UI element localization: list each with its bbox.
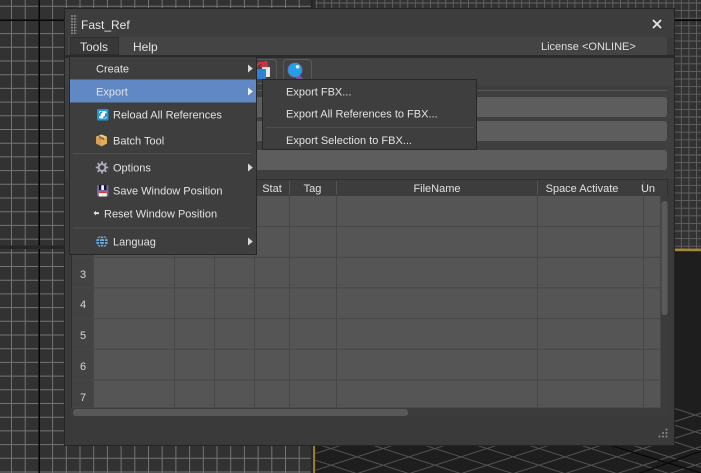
- svg-text:Reload All References: Reload All References: [113, 110, 222, 122]
- svg-text:3: 3: [80, 269, 86, 281]
- svg-text:Create: Create: [96, 64, 129, 76]
- svg-text:Export: Export: [96, 87, 128, 99]
- svg-text:Un: Un: [641, 183, 655, 195]
- svg-text:Options: Options: [113, 163, 151, 175]
- svg-text:Reset Window Position: Reset Window Position: [104, 209, 217, 221]
- svg-text:6: 6: [80, 361, 86, 373]
- svg-text:5: 5: [80, 330, 86, 342]
- svg-text:Export FBX...: Export FBX...: [286, 87, 351, 99]
- svg-text:Batch Tool: Batch Tool: [113, 136, 164, 148]
- svg-text:FileName: FileName: [413, 183, 460, 195]
- svg-text:4: 4: [80, 299, 86, 311]
- svg-text:Tag: Tag: [304, 183, 322, 195]
- svg-text:Stat: Stat: [262, 183, 282, 195]
- svg-text:Save Window Position: Save Window Position: [113, 186, 222, 198]
- svg-text:Languag: Languag: [113, 237, 156, 249]
- svg-text:Export Selection to FBX...: Export Selection to FBX...: [286, 135, 412, 147]
- svg-text:Export All References to FBX..: Export All References to FBX...: [286, 109, 438, 121]
- svg-text:7: 7: [80, 392, 86, 404]
- svg-text:Space Activate: Space Activate: [546, 183, 619, 195]
